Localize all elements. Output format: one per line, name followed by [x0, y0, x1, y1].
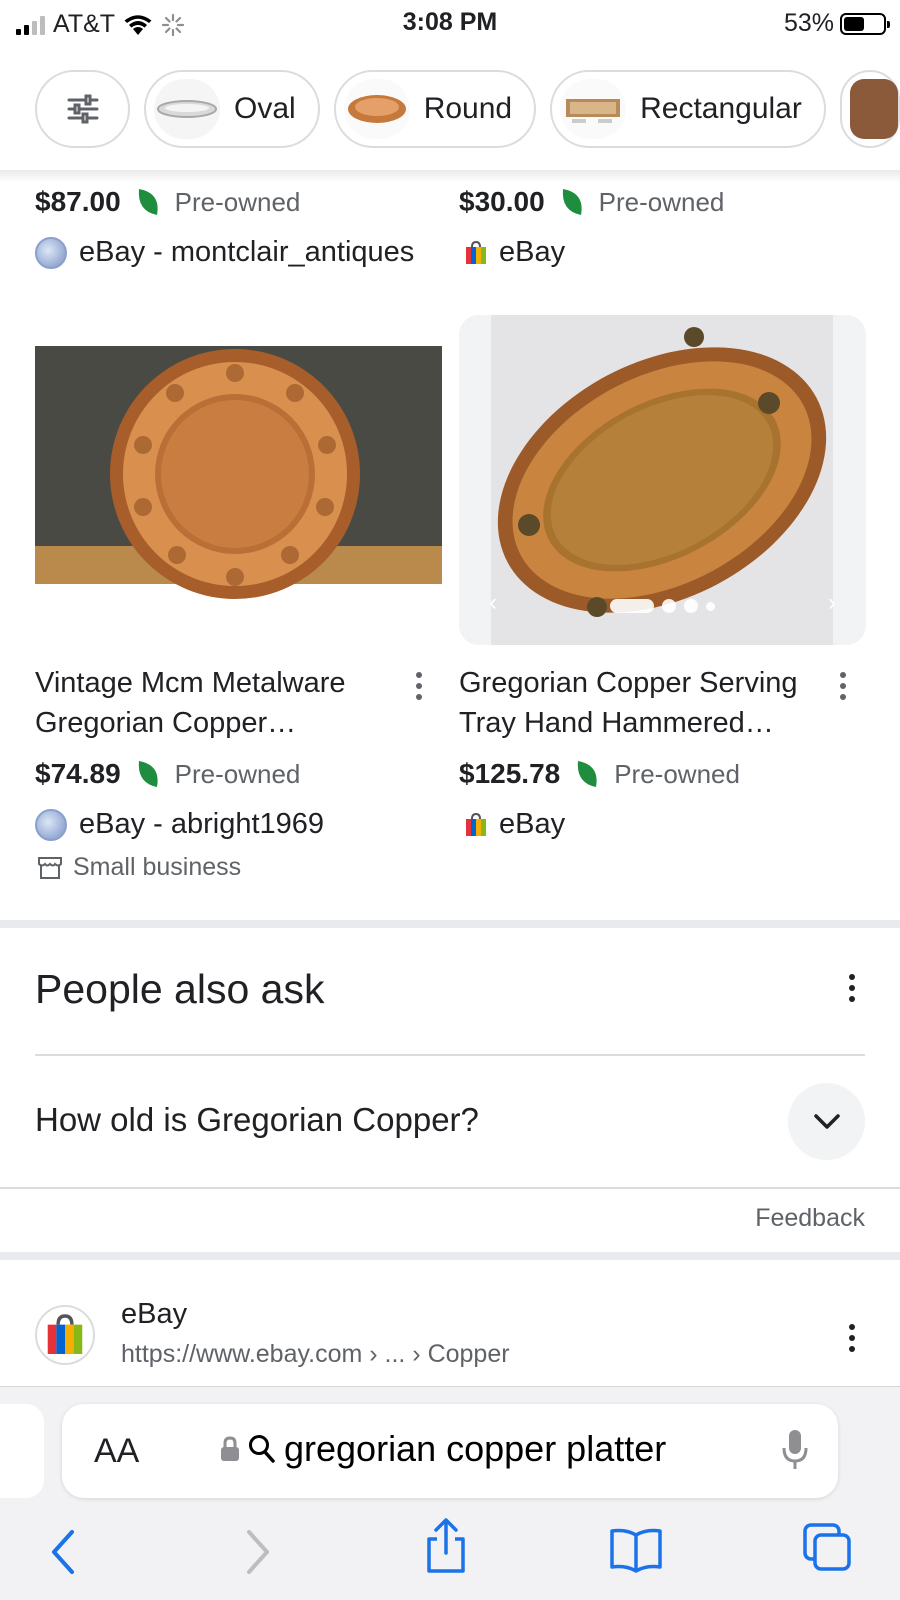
rectangular-thumbnail [560, 79, 627, 139]
tray-thumbnail [849, 79, 898, 139]
browser-toolbar [0, 1518, 900, 1587]
carousel-dots [35, 599, 442, 613]
more-options-icon[interactable] [414, 672, 424, 700]
small-business-badge: Small business [37, 853, 241, 882]
ebay-bag-icon [466, 812, 486, 836]
section-divider [0, 920, 900, 928]
browser-chrome: AA gregorian copper platter [0, 1386, 900, 1600]
product-seller: eBay - montclair_antiques [79, 236, 415, 268]
expand-question-button[interactable] [788, 1083, 865, 1160]
lock-icon [221, 1436, 239, 1461]
oval-thumbnail [154, 79, 220, 139]
round-thumbnail [343, 79, 410, 139]
chip-oval[interactable]: Oval [144, 70, 320, 148]
product-seller-row[interactable]: eBay - abright1969 [35, 808, 324, 841]
product-image-carousel[interactable]: ‹ › [35, 315, 442, 645]
product-seller: eBay [499, 236, 566, 268]
search-icon [249, 1435, 275, 1463]
forward-icon[interactable] [243, 1527, 273, 1577]
people-also-ask-heading: People also ask [35, 966, 325, 1012]
copper-tray-image [459, 315, 866, 645]
question-text[interactable]: How old is Gregorian Copper? [35, 1101, 479, 1139]
leaf-icon [138, 189, 158, 215]
leaf-icon [578, 761, 597, 787]
ebay-bag-icon [466, 240, 486, 264]
result-favicon[interactable] [35, 1305, 95, 1365]
product-condition: Pre-owned [598, 186, 725, 217]
more-options-icon[interactable] [847, 1324, 857, 1352]
small-business-label: Small business [73, 853, 242, 881]
globe-icon [35, 808, 67, 841]
microphone-icon[interactable] [782, 1428, 808, 1472]
product-seller-row[interactable]: eBay - montclair_antiques [35, 236, 414, 269]
product-title-line: Gregorian Copper Serving [459, 667, 798, 699]
divider [0, 1187, 900, 1189]
refinement-chip-row: Oval Round Rectangular [35, 70, 900, 148]
product-title-line: Vintage Mcm Metalware [35, 667, 346, 699]
chip-round[interactable]: Round [333, 70, 537, 148]
leaf-icon [138, 761, 158, 787]
share-icon[interactable] [423, 1517, 469, 1575]
battery-percent: 53% [783, 9, 834, 37]
sliders-icon [67, 94, 98, 124]
product-condition: Pre-owned [614, 758, 740, 789]
divider [35, 1054, 865, 1056]
chip-rectangular[interactable]: Rectangular [550, 70, 826, 148]
result-site-name[interactable]: eBay [121, 1298, 187, 1331]
product-price: $30.00 [459, 186, 545, 217]
previous-tab-peek[interactable] [0, 1404, 44, 1498]
chevron-down-icon [813, 1113, 840, 1129]
address-bar[interactable]: AA gregorian copper platter [62, 1404, 838, 1498]
chip-label: Round [423, 92, 513, 125]
carousel-dots [459, 599, 866, 613]
address-text[interactable]: gregorian copper platter [220, 1428, 666, 1470]
product-price-row: $125.78 Pre-owned [459, 758, 740, 790]
ebay-bag-icon [47, 1314, 83, 1354]
aa-label: AA [94, 1432, 140, 1470]
more-options-icon[interactable] [847, 974, 857, 1002]
leaf-icon [562, 189, 582, 215]
product-title-line: Gregorian Copper… [35, 707, 297, 739]
product-condition: Pre-owned [174, 186, 301, 217]
product-seller-row[interactable]: eBay [465, 236, 565, 269]
chip-more[interactable] [839, 70, 900, 148]
storefront-icon [38, 856, 62, 879]
more-options-icon[interactable] [838, 672, 848, 700]
product-seller-row[interactable]: eBay [465, 808, 565, 841]
section-divider [0, 1252, 900, 1260]
tabs-icon[interactable] [801, 1521, 853, 1573]
product-price: $125.78 [459, 758, 561, 789]
product-seller: eBay [499, 808, 566, 840]
product-seller: eBay - abright1969 [79, 808, 325, 840]
chip-label: Rectangular [640, 92, 802, 125]
chip-label: Oval [234, 92, 296, 125]
product-image-carousel[interactable]: ‹ › [459, 315, 866, 645]
filter-button[interactable] [35, 70, 130, 148]
product-price-row: $74.89 Pre-owned [35, 758, 300, 790]
search-query: gregorian copper platter [284, 1428, 667, 1469]
status-right: 53% [783, 9, 890, 38]
status-bar: AT&T 3:08 PM 53% [0, 0, 900, 46]
back-icon[interactable] [48, 1527, 78, 1577]
clock: 3:08 PM [402, 8, 498, 36]
product-price: $74.89 [35, 758, 121, 789]
feedback-link[interactable]: Feedback [755, 1204, 865, 1233]
product-price-row: $30.00 Pre-owned [459, 186, 724, 218]
reader-options-button[interactable]: AA [94, 1432, 139, 1471]
product-price-row: $87.00 Pre-owned [35, 186, 300, 218]
globe-icon [35, 236, 67, 269]
copper-plate-image [35, 315, 442, 645]
product-title-line: Tray Hand Hammered… [459, 707, 774, 739]
product-title[interactable]: Gregorian Copper Serving Tray Hand Hamme… [459, 663, 819, 743]
chip-row-shadow [0, 170, 900, 182]
product-price: $87.00 [35, 186, 121, 217]
product-condition: Pre-owned [174, 758, 301, 789]
battery-icon [840, 12, 890, 35]
result-url[interactable]: https://www.ebay.com › ... › Copper [121, 1340, 510, 1369]
product-title[interactable]: Vintage Mcm Metalware Gregorian Copper… [35, 663, 395, 743]
bookmarks-icon[interactable] [608, 1527, 664, 1573]
